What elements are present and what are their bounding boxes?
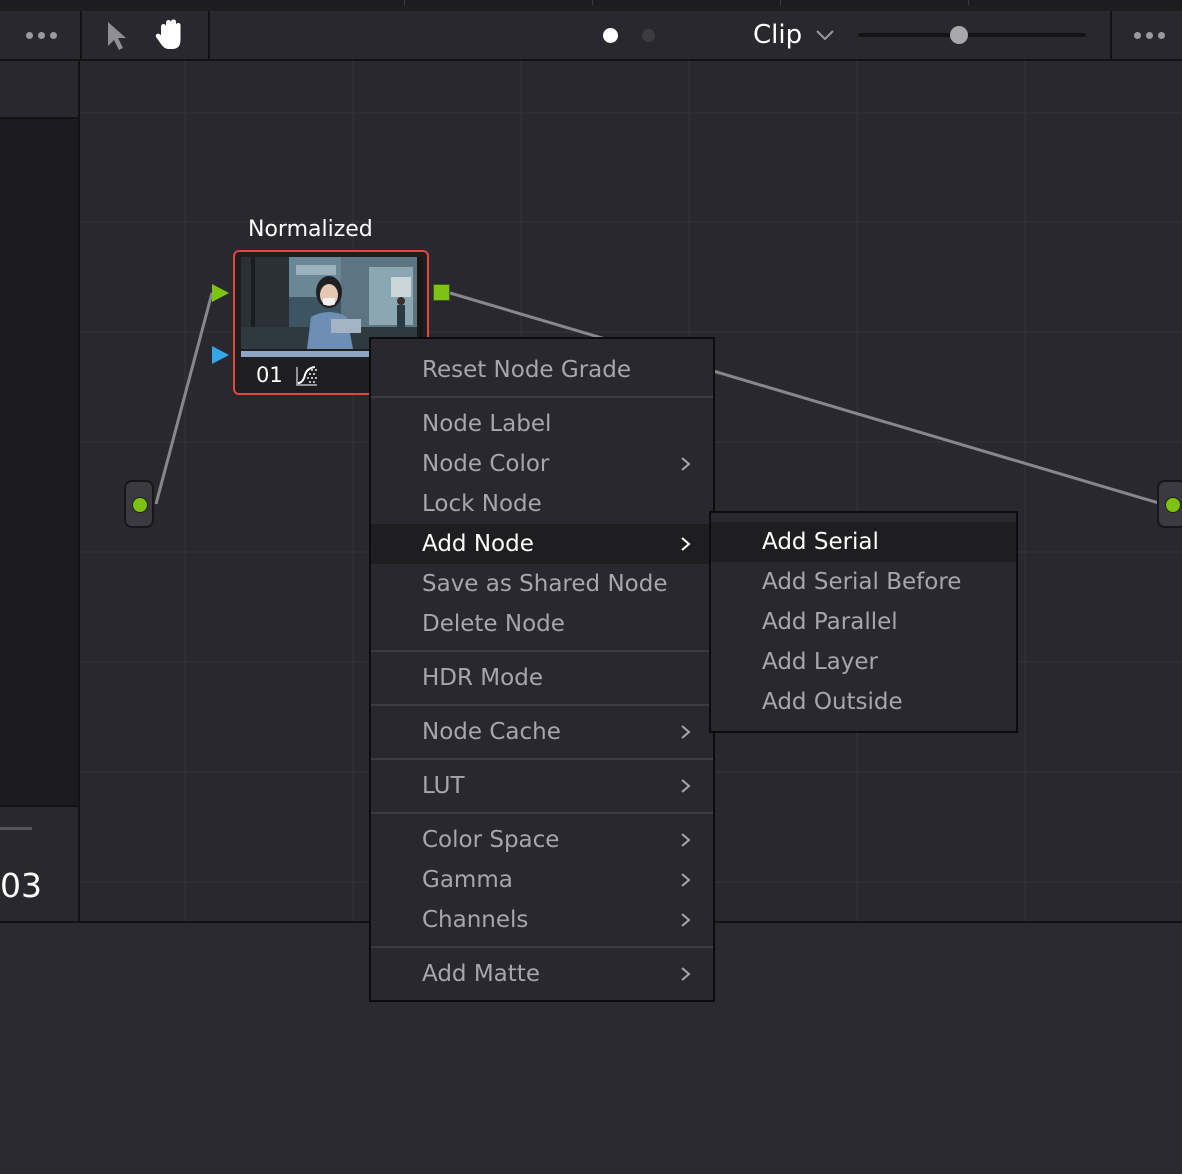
pointer-arrow-icon[interactable] [100, 18, 134, 52]
submenu-item-add-outside[interactable]: Add Outside [711, 682, 1016, 722]
menu-item-node-label[interactable]: Node Label [371, 404, 713, 444]
node-context-menu: Reset Node Grade Node Label Node Color L… [369, 337, 715, 1002]
menu-item-reset-node-grade[interactable]: Reset Node Grade [371, 350, 713, 390]
clip-number: 03 [0, 866, 42, 905]
submenu-item-add-serial-before[interactable]: Add Serial Before [711, 562, 1016, 602]
hand-pan-icon[interactable] [153, 18, 187, 52]
mode-dropdown-label[interactable]: Clip [753, 17, 802, 53]
chevron-right-icon [681, 873, 691, 887]
node-thumbnail [241, 257, 423, 349]
node-key-input[interactable] [212, 346, 229, 364]
source-input-port[interactable] [124, 480, 154, 528]
top-strip [0, 0, 1182, 11]
scrub-line[interactable] [0, 827, 32, 830]
menu-item-add-node[interactable]: Add Node [371, 524, 713, 564]
curves-icon [295, 365, 319, 387]
menu-item-delete-node[interactable]: Delete Node [371, 604, 713, 644]
chevron-right-icon [681, 833, 691, 847]
menu-item-lut[interactable]: LUT [371, 766, 713, 806]
node-number: 01 [256, 363, 283, 387]
chevron-right-icon [681, 967, 691, 981]
menu-item-add-matte[interactable]: Add Matte [371, 954, 713, 994]
node-label: Normalized [248, 217, 373, 242]
menu-item-node-cache[interactable]: Node Cache [371, 712, 713, 752]
more-options-left-icon[interactable] [8, 11, 74, 59]
menu-item-node-color[interactable]: Node Color [371, 444, 713, 484]
chevron-right-icon [681, 913, 691, 927]
submenu-item-add-parallel[interactable]: Add Parallel [711, 602, 1016, 642]
menu-item-save-as-shared-node[interactable]: Save as Shared Node [371, 564, 713, 604]
zoom-slider-thumb[interactable] [950, 26, 968, 44]
add-node-submenu: Add Serial Add Serial Before Add Paralle… [709, 511, 1018, 733]
more-options-right-icon[interactable] [1116, 11, 1182, 59]
node-rgb-output[interactable] [433, 284, 450, 301]
submenu-item-add-serial[interactable]: Add Serial [711, 522, 1016, 562]
chevron-right-icon [681, 537, 691, 551]
submenu-item-add-layer[interactable]: Add Layer [711, 642, 1016, 682]
chevron-right-icon [681, 779, 691, 793]
menu-item-hdr-mode[interactable]: HDR Mode [371, 658, 713, 698]
page-indicator-inactive[interactable] [642, 29, 655, 42]
chevron-right-icon [681, 725, 691, 739]
page-indicator-active[interactable] [603, 28, 618, 43]
output-port[interactable] [1157, 480, 1182, 528]
menu-item-channels[interactable]: Channels [371, 900, 713, 940]
chevron-down-icon[interactable] [815, 27, 835, 41]
menu-item-color-space[interactable]: Color Space [371, 820, 713, 860]
zoom-slider-track[interactable] [858, 33, 1086, 37]
node-rgb-input[interactable] [212, 284, 229, 302]
menu-item-lock-node[interactable]: Lock Node [371, 484, 713, 524]
chevron-right-icon [681, 457, 691, 471]
menu-item-gamma[interactable]: Gamma [371, 860, 713, 900]
viewer-area [0, 117, 78, 807]
